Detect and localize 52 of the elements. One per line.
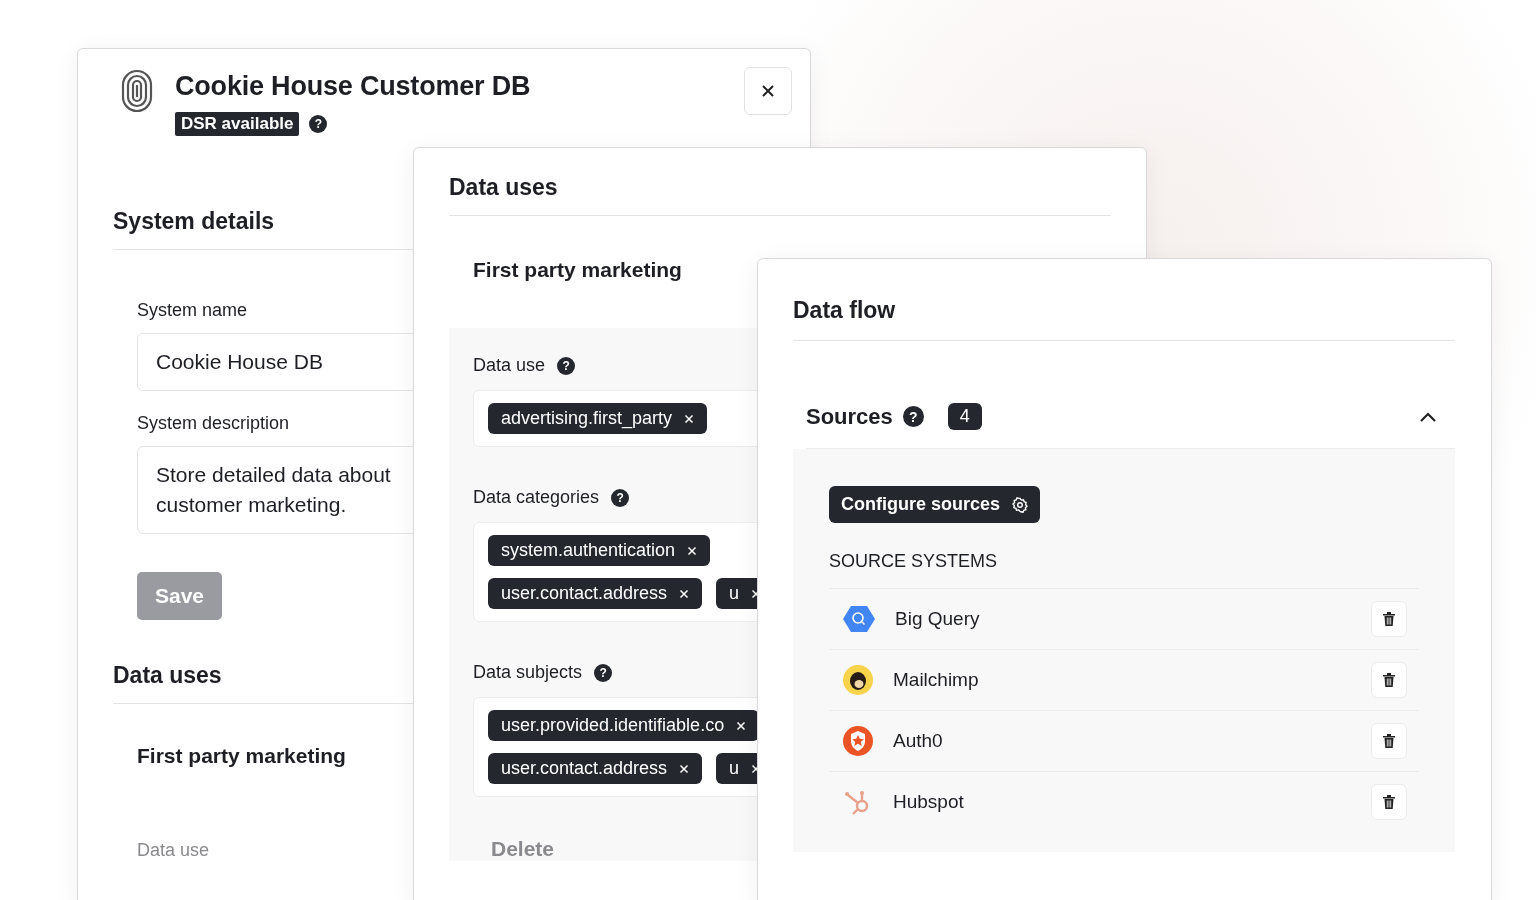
help-icon[interactable]: ? xyxy=(611,488,630,507)
tag-chip[interactable]: user.contact.address xyxy=(488,578,703,609)
help-icon[interactable]: ? xyxy=(557,356,576,375)
gear-icon xyxy=(1012,496,1029,513)
field-label: Data use xyxy=(473,355,546,376)
list-heading: SOURCE SYSTEMS xyxy=(829,551,999,572)
source-name: Mailchimp xyxy=(893,669,980,691)
section-heading: Data uses xyxy=(113,662,223,689)
remove-icon[interactable] xyxy=(687,545,698,556)
help-icon[interactable]: ? xyxy=(594,663,613,682)
remove-icon[interactable] xyxy=(736,720,747,731)
dsr-badge: DSR available xyxy=(175,112,300,136)
field-label: System name xyxy=(137,300,249,321)
tag-chip[interactable]: user.contact.address xyxy=(488,753,703,784)
source-name: Auth0 xyxy=(893,730,944,752)
data-use-name: First party marketing xyxy=(137,744,347,768)
close-icon xyxy=(761,84,775,98)
delete-button[interactable] xyxy=(1371,601,1407,637)
field-label: Data use xyxy=(137,840,211,861)
trash-icon xyxy=(1383,795,1395,809)
field-label: Data subjects xyxy=(473,662,583,683)
tag-chip[interactable]: system.authentication xyxy=(488,535,711,566)
hexagon-icon xyxy=(843,605,875,633)
trash-icon xyxy=(1383,673,1395,687)
source-name: Hubspot xyxy=(893,791,965,813)
count-badge: 4 xyxy=(947,403,982,430)
delete-button[interactable] xyxy=(1371,662,1407,698)
trash-icon xyxy=(1383,734,1395,748)
close-button[interactable] xyxy=(744,67,792,115)
section-heading: System details xyxy=(113,208,276,235)
chevron-icon[interactable] xyxy=(1419,410,1437,423)
help-icon[interactable]: ? xyxy=(902,406,924,427)
trash-icon xyxy=(1383,612,1395,626)
remove-icon[interactable] xyxy=(684,413,695,424)
remove-icon[interactable] xyxy=(679,763,690,774)
fingerprint-icon xyxy=(121,69,153,113)
accordion-title[interactable]: Sources xyxy=(806,403,893,430)
tag-chip[interactable]: user.provided.identifiable.co xyxy=(488,710,760,741)
delete-button[interactable] xyxy=(1371,723,1407,759)
source-name: Big Query xyxy=(895,608,981,630)
delete-button[interactable] xyxy=(1371,784,1407,820)
field-label: System description xyxy=(137,413,291,434)
star-badge-icon xyxy=(843,726,873,756)
field-label: Data categories xyxy=(473,487,600,508)
remove-icon[interactable] xyxy=(679,588,690,599)
system-title: Cookie House Customer DB xyxy=(175,71,532,102)
configure-sources-button[interactable]: Configure sources xyxy=(829,486,1041,523)
help-icon[interactable]: ? xyxy=(309,115,328,133)
panel-title: Data uses xyxy=(449,174,559,201)
panel-title: Data flow xyxy=(793,297,897,324)
data-use-name: First party marketing xyxy=(473,258,683,282)
tag-chip[interactable]: advertising.first_party xyxy=(488,403,708,434)
